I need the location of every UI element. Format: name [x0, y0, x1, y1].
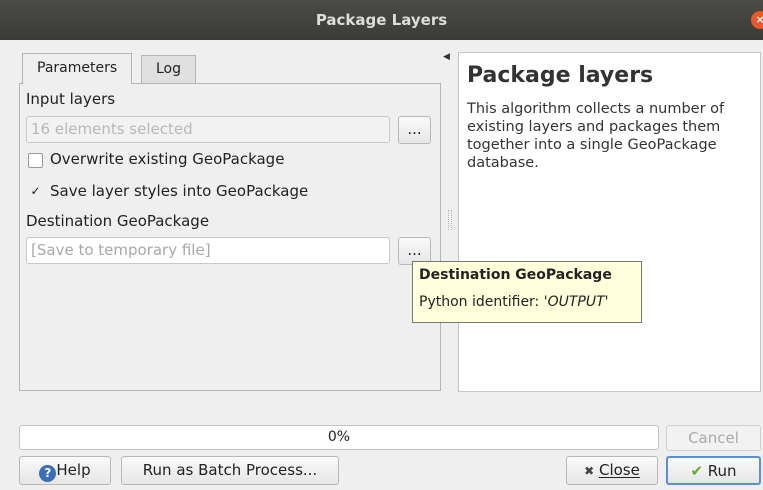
close-icon: ×: [755, 13, 763, 26]
tab-log[interactable]: Log: [141, 55, 197, 83]
window-close-button[interactable]: ×: [751, 11, 763, 29]
tab-parameters-label: Parameters: [37, 60, 118, 76]
help-text: This algorithm collects a number of exis…: [467, 101, 725, 171]
tooltip-title: Destination GeoPackage: [419, 267, 612, 283]
parameters-panel: Input layers 16 elements selected ... Ov…: [19, 83, 441, 391]
close-button-label: Close: [598, 461, 640, 479]
cancel-button[interactable]: Cancel: [666, 425, 761, 451]
destination-field[interactable]: [Save to temporary file]: [26, 237, 390, 264]
destination-label: Destination GeoPackage: [26, 212, 210, 230]
tooltip: Destination GeoPackage Python identifier…: [412, 261, 642, 323]
close-button[interactable]: ✖ Close: [566, 456, 658, 485]
help-button[interactable]: ? Help: [19, 456, 111, 485]
progress-bar: 0%: [19, 425, 659, 450]
tooltip-identifier: OUTPUT: [547, 294, 605, 310]
help-panel: Package layers This algorithm collects a…: [458, 52, 761, 392]
tooltip-body: Python identifier: 'OUTPUT': [419, 294, 635, 310]
window-titlebar: Package Layers ×: [0, 0, 763, 40]
run-button-label: Run: [707, 462, 737, 480]
close-icon: ✖: [584, 464, 595, 478]
tooltip-prefix: Python identifier: ': [419, 294, 548, 310]
run-icon: ✔: [690, 462, 704, 480]
progress-text: 0%: [327, 429, 351, 445]
tab-log-label: Log: [156, 61, 182, 77]
input-layers-label: Input layers: [26, 90, 116, 108]
help-button-label: Help: [56, 461, 91, 479]
help-icon: ?: [39, 465, 57, 482]
save-styles-checkbox[interactable]: ✓: [28, 185, 43, 200]
overwrite-label[interactable]: Overwrite existing GeoPackage: [50, 150, 284, 168]
help-title: Package layers: [467, 63, 654, 88]
run-button[interactable]: ✔ Run: [666, 456, 761, 485]
save-styles-label[interactable]: Save layer styles into GeoPackage: [50, 182, 308, 200]
input-layers-field[interactable]: 16 elements selected: [26, 116, 390, 143]
tab-parameters[interactable]: Parameters: [22, 53, 133, 84]
checkmark-icon: ✓: [30, 184, 41, 198]
overwrite-checkbox[interactable]: [28, 153, 43, 168]
collapse-arrow-icon[interactable]: ◀: [443, 52, 450, 62]
batch-process-button[interactable]: Run as Batch Process...: [121, 456, 339, 485]
splitter-handle[interactable]: [448, 210, 452, 230]
tooltip-suffix: ': [604, 294, 609, 310]
window-title: Package Layers: [315, 11, 448, 29]
input-layers-browse-button[interactable]: ...: [398, 116, 431, 144]
